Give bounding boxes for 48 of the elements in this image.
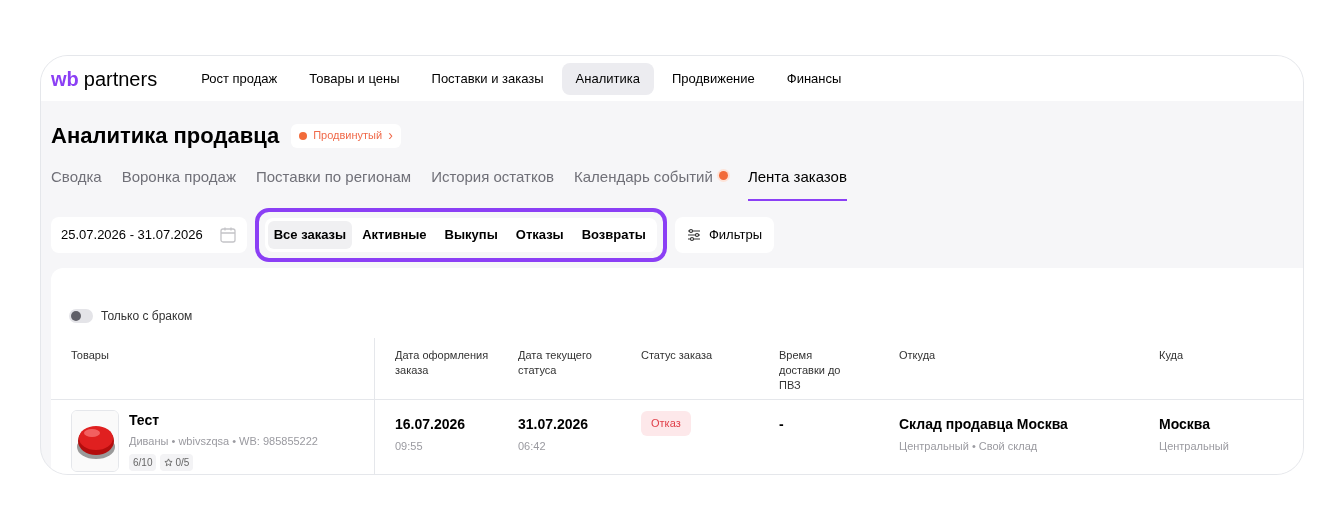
nav-tab[interactable]: Финансы <box>772 62 856 95</box>
nav-tab[interactable]: Поставки и заказы <box>417 62 558 95</box>
filter-tab[interactable]: Все заказы <box>267 221 353 249</box>
column-header: Дата текущего статуса <box>518 348 593 378</box>
section-tab[interactable]: Сводка <box>51 166 102 201</box>
logo-mark[interactable]: wb <box>51 63 79 94</box>
reviews-tag: 0/5 <box>160 453 194 471</box>
status-date-detail: 06:42 <box>518 439 547 454</box>
section-tab[interactable]: Лента заказов <box>747 166 847 201</box>
column-header: Откуда <box>899 348 937 363</box>
destination: Москва <box>1159 415 1212 434</box>
date-range-field[interactable]: 25.07.2026 - 31.07.2026 <box>51 217 247 253</box>
order-date-detail: 09:55 <box>395 439 424 454</box>
nav-tab[interactable]: Товары и цены <box>295 62 414 95</box>
column-header: Товары <box>71 348 110 363</box>
rating-tag: 6/10 <box>129 453 157 471</box>
logo-text[interactable]: partners <box>83 63 158 94</box>
product-name[interactable]: Тест <box>129 410 318 431</box>
column-header: Куда <box>1159 348 1185 363</box>
column-header: Дата оформления заказа <box>395 348 490 378</box>
toggle-label: Только с браком <box>101 308 193 325</box>
sliders-icon <box>686 228 701 242</box>
origin-detail: Центральный • Свой склад <box>899 439 1039 454</box>
product-meta: Диваны • wbivszqsa • WB: 985855222 <box>129 434 318 449</box>
status-date: 31.07.2026 <box>518 415 590 434</box>
nav-tab[interactable]: Продвижение <box>657 62 769 95</box>
section-tab[interactable]: Поставки по регионам <box>255 166 412 201</box>
column-header: Статус заказа <box>641 348 714 363</box>
section-tab[interactable]: Воронка продаж <box>121 166 236 201</box>
nav-tab[interactable]: Аналитика <box>561 62 654 95</box>
page-title: Аналитика продавца <box>51 122 280 150</box>
filter-tab[interactable]: Выкупы <box>436 221 506 249</box>
filter-tab[interactable]: Активные <box>354 221 435 249</box>
section-tab[interactable]: История остатков <box>431 166 554 201</box>
filter-tab[interactable]: Возвраты <box>573 221 654 249</box>
filters-button[interactable]: Фильтры <box>674 217 774 253</box>
order-date: 16.07.2026 <box>395 415 467 434</box>
destination-detail: Центральный <box>1159 439 1230 454</box>
status-tag: Отказ <box>641 411 691 436</box>
star-icon <box>164 457 174 467</box>
calendar-icon <box>218 226 237 244</box>
section-tab[interactable]: Календарь событий <box>574 166 728 201</box>
column-header: Время доставки до ПВЗ <box>779 348 842 393</box>
delivery-time: - <box>779 415 785 434</box>
toggle-switch[interactable] <box>69 309 93 323</box>
origin: Склад продавца Москва <box>899 415 1069 434</box>
nav-tab[interactable]: Рост продаж <box>187 62 292 95</box>
filter-tab[interactable]: Отказы <box>507 221 572 249</box>
